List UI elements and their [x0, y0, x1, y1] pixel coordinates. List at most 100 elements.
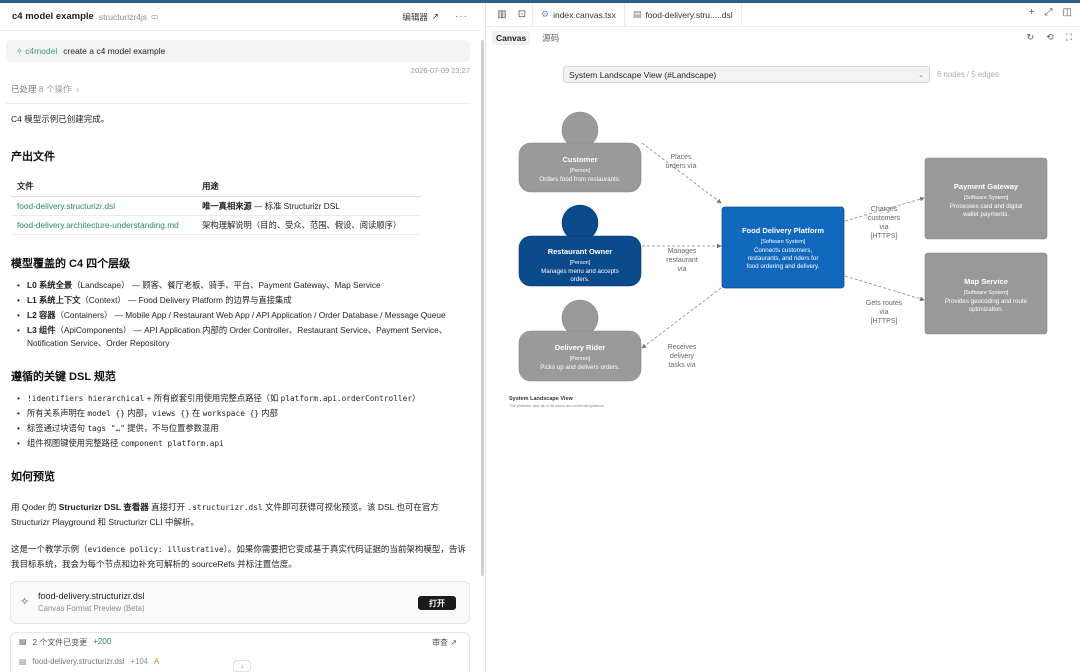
edge-label: via: [880, 224, 889, 231]
level-text: — Food Delivery Platform 的边界与直接集成: [125, 295, 292, 305]
file-preview-card[interactable]: ✧ food-delivery.structurizr.dsl Canvas F…: [10, 581, 470, 624]
skill-tag[interactable]: ✧ c4model: [16, 46, 57, 57]
files-table: 文件 用途 food-delivery.structurizr.dsl 唯一真相…: [11, 176, 421, 235]
arrow-up-right-icon: ↗: [431, 11, 439, 21]
file-icon: ▤: [19, 637, 27, 646]
node-restaurant-owner[interactable]: Restaurant Owner [Person] Manages menu a…: [518, 204, 642, 287]
node-delivery-rider[interactable]: Delivery Rider [Person] Picks up and del…: [518, 299, 642, 382]
editor-panel: ▥ ⊡ ⚙ index.canvas.tsx ▤ food-delivery.str…: [486, 2, 1080, 672]
book-icon[interactable]: ▥: [492, 6, 512, 24]
code-span: model {}: [87, 409, 125, 418]
level-name: L2 容器: [27, 310, 56, 320]
processed-toggle[interactable]: 已处理 8 个操作 ›: [11, 83, 480, 95]
edge-label: Receives: [668, 344, 697, 351]
scrollbar[interactable]: [481, 40, 484, 576]
node-name: Map Service: [964, 277, 1008, 286]
level-key: （Containers）: [55, 310, 113, 320]
list-item: !identifiers hierarchical + 所有嵌套引用使用完整点路…: [11, 392, 469, 405]
review-label: 审查: [432, 638, 449, 647]
changed-file-row[interactable]: ▤ food-delivery.structurizr.dsl +104 A: [19, 657, 159, 666]
table-row: food-delivery.structurizr.dsl 唯一真相来源 — 标…: [11, 196, 421, 216]
node-map-service[interactable]: Map Service [Software System] Provides g…: [924, 252, 1048, 335]
tab-index-canvas[interactable]: ⚙ index.canvas.tsx: [532, 2, 624, 27]
rule-text: ）: [412, 393, 421, 403]
file-link[interactable]: food-delivery.architecture-understanding…: [11, 215, 197, 235]
monitor-icon[interactable]: ▭: [151, 12, 159, 21]
terminal-icon[interactable]: ⊡: [512, 6, 532, 24]
tab-label: food-delivery.stru.....dsl: [645, 9, 733, 20]
code-span: .structurizr.dsl: [187, 503, 263, 512]
rules-list: !identifiers hierarchical + 所有嵌套引用使用完整点路…: [11, 392, 469, 450]
file-link[interactable]: food-delivery.structurizr.dsl: [11, 196, 197, 216]
split-icon[interactable]: ◫: [1063, 7, 1072, 18]
response-body: C4 模型示例已创建完成。 产出文件 文件 用途 food-delivery.s…: [0, 112, 480, 571]
node-customer[interactable]: Customer [Person] Orders food from resta…: [518, 111, 642, 193]
node-desc: restaurants, and riders for: [748, 255, 819, 262]
sparkle-icon: ✧: [16, 45, 24, 56]
levels-list: L0 系统全景（Landscape） — 顾客、餐厅老板、骑手、平台、Payme…: [11, 279, 469, 350]
editor-button[interactable]: 编辑器 ↗: [402, 11, 439, 23]
changed-file-name: food-delivery.structurizr.dsl: [32, 657, 125, 666]
list-item: L3 组件（ApiComponents） — API Application 内…: [11, 324, 469, 350]
chat-subtitle: structurizr4js: [98, 11, 148, 22]
more-icon[interactable]: ···: [455, 11, 468, 22]
node-desc: orders.: [570, 276, 590, 283]
file-purpose: 唯一真相来源 — 标准 Structurizr DSL: [196, 196, 421, 216]
diagram-canvas: System Landscape View (#Landscape) ⌄ 6 n…: [486, 50, 1080, 672]
tab-actions: + ⤢ ◫: [1029, 7, 1072, 18]
node-name: Payment Gateway: [954, 182, 1019, 191]
processed-count: 8 个操作: [38, 84, 72, 94]
tab-dsl-file[interactable]: ▤ food-delivery.stru.....dsl: [623, 2, 742, 27]
rule-text: 内部: [258, 408, 278, 418]
tab-canvas[interactable]: Canvas: [492, 31, 531, 45]
edge-label: Gets routes: [866, 300, 903, 307]
reload-icon[interactable]: ⟲: [1046, 32, 1054, 43]
node-payment-gateway[interactable]: Payment Gateway [Software System] Proces…: [924, 157, 1048, 240]
changes-additions: +200: [93, 637, 112, 646]
edge-label: restaurant: [666, 257, 698, 264]
code-span: !identifiers hierarchical: [27, 394, 145, 403]
edge-label: Manages: [668, 248, 697, 255]
changes-label: 2 个文件已变更: [32, 638, 88, 647]
plus-icon[interactable]: +: [1029, 7, 1035, 18]
node-desc: food ordering and delivery.: [747, 263, 820, 270]
node-kind: [Person]: [570, 356, 591, 362]
editor-label: 编辑器: [402, 11, 428, 22]
chevron-right-icon: ›: [73, 84, 80, 94]
text-span: 直接打开: [148, 502, 188, 512]
prompt-text: create a c4 model example: [63, 46, 166, 56]
text-span: 这是一个教学示例（: [11, 544, 88, 554]
code-span: workspace {}: [202, 409, 259, 418]
tab-source[interactable]: 源码: [538, 30, 563, 46]
changes-summary[interactable]: ▤ 2 个文件已变更 +200: [19, 637, 111, 648]
node-kind: [Software System]: [761, 239, 806, 245]
refresh-icon[interactable]: ↻: [1027, 32, 1035, 43]
node-name: Food Delivery Platform: [742, 226, 824, 235]
node-name: Delivery Rider: [555, 343, 606, 352]
code-span: views {}: [152, 409, 190, 418]
view-title: System Landscape View: [509, 396, 574, 402]
expand-icon[interactable]: ⤢: [1045, 7, 1053, 18]
rule-text: 标签通过块语句: [27, 423, 88, 433]
edge-label: Places: [670, 154, 692, 161]
scroll-down-handle[interactable]: ↓: [233, 660, 251, 672]
open-button[interactable]: 打开: [418, 596, 456, 610]
fullscreen-icon[interactable]: ⛶: [1066, 32, 1072, 43]
text-bold: Structurizr DSL 查看器: [58, 502, 149, 512]
edge-label: delivery: [670, 353, 695, 360]
col-file: 文件: [11, 176, 197, 197]
preview-paragraph: 用 Qoder 的 Structurizr DSL 查看器 直接打开 .stru…: [11, 500, 469, 529]
node-food-delivery-platform[interactable]: Food Delivery Platform [Software System]…: [721, 206, 845, 289]
c4-diagram: Places orders via Manages restaurant via…: [509, 111, 1048, 408]
editor-tabs: ▥ ⊡ ⚙ index.canvas.tsx ▤ food-delivery.str…: [486, 2, 1080, 27]
edge-label: via: [678, 266, 687, 273]
level-name: L3 组件: [27, 325, 56, 335]
list-item: L0 系统全景（Landscape） — 顾客、餐厅老板、骑手、平台、Payme…: [11, 279, 469, 292]
list-item: 所有关系声明在 model {} 内部，views {} 在 workspace…: [11, 407, 469, 420]
review-button[interactable]: 审查 ↗: [432, 637, 457, 648]
node-desc: optimization.: [969, 306, 1004, 313]
node-name: Customer: [562, 155, 597, 164]
arrow-up-right-icon: ↗: [450, 638, 457, 647]
node-desc: Provides geocoding and route: [945, 298, 1028, 305]
rule-text: 提供，不与位置参数混用: [124, 423, 219, 433]
